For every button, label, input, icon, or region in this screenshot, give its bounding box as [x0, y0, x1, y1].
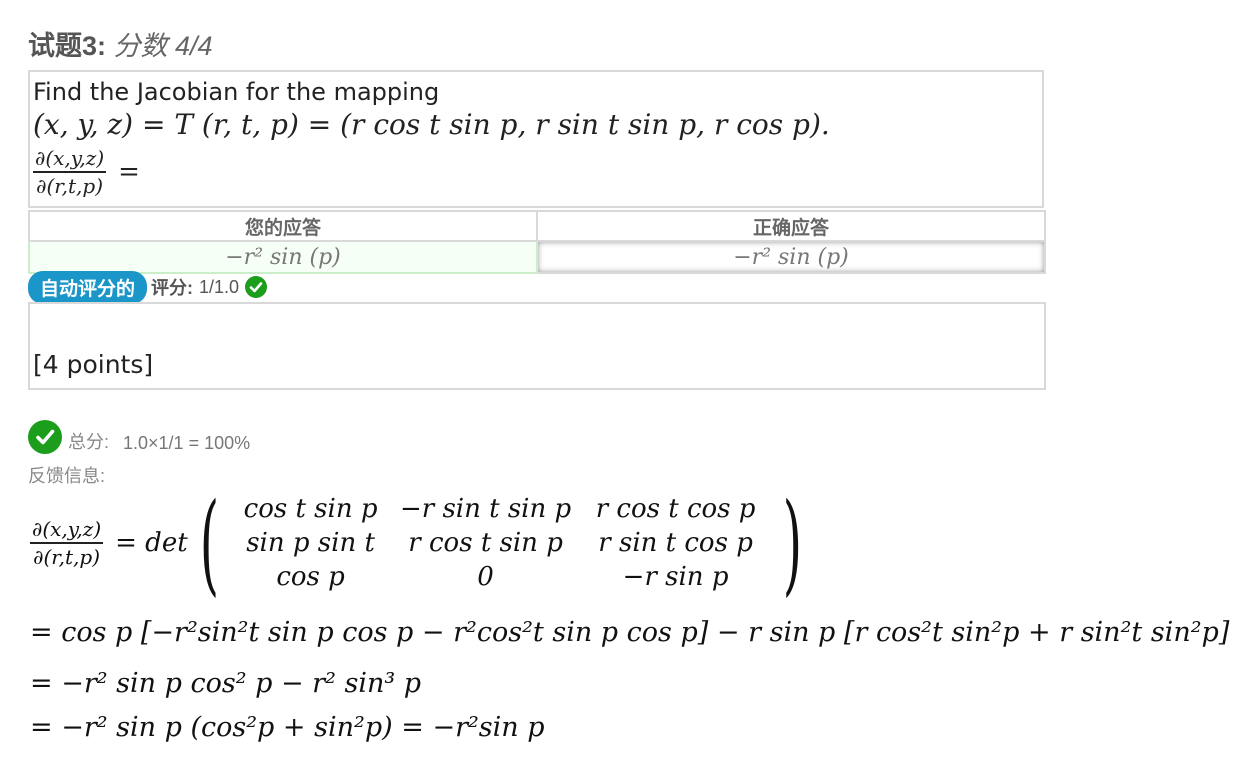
total-score-row: 总分: 1.0×1/1 = 100%: [28, 420, 250, 454]
total-label: 总分:: [68, 432, 110, 452]
jacobian-denominator: ∂(r,t,p): [36, 174, 103, 198]
answer-table: 您的应答 正确应答 −r² sin (p) −r² sin (p): [28, 210, 1046, 274]
check-icon: [245, 276, 268, 298]
feedback-result-line: = −r² sin p (cos²p + sin²p) = −r²sin p: [30, 712, 545, 743]
question-title: 试题3: 分数 4/4: [28, 24, 213, 63]
points-label: [4 points]: [33, 350, 154, 379]
equals-sign: =: [118, 157, 140, 187]
feedback-jacobian-denominator: ∂(r,t,p): [33, 545, 100, 569]
feedback-jacobian-numerator: ∂(x,y,z): [30, 517, 104, 544]
score-value: 1/1.0: [199, 276, 240, 297]
correct-answer-cell: −r² sin (p): [536, 240, 1046, 274]
jacobian-expression: ∂(x,y,z) ∂(r,t,p) =: [33, 146, 140, 198]
feedback-determinant: ∂(x,y,z) ∂(r,t,p) = det ( cos t sin p −r…: [30, 488, 814, 598]
matrix-right-paren: ): [782, 479, 802, 607]
question-number: 试题3:: [28, 31, 107, 61]
question-prompt: Find the Jacobian for the mapping: [33, 78, 440, 106]
feedback-jacobian-fraction: ∂(x,y,z) ∂(r,t,p): [30, 517, 104, 569]
matrix-cell: cos t sin p: [243, 494, 378, 524]
matrix-cell: 0: [477, 562, 494, 592]
matrix-cell: −r sin t sin p: [399, 494, 572, 524]
jacobian-fraction: ∂(x,y,z) ∂(r,t,p): [33, 146, 107, 198]
feedback-label: 反馈信息:: [28, 466, 106, 486]
matrix-cell: r sin t cos p: [598, 528, 753, 558]
grading-row: 自动评分的 评分: 1/1.0: [28, 270, 268, 304]
auto-graded-badge: 自动评分的: [28, 270, 148, 304]
points-box: [4 points]: [28, 302, 1046, 390]
total-check-icon: [28, 420, 62, 454]
matrix-cell: −r sin p: [622, 562, 729, 592]
matrix-cell: r cos t sin p: [408, 528, 563, 558]
matrix-left-paren: (: [199, 479, 219, 607]
total-value: 1.0×1/1 = 100%: [123, 433, 251, 453]
question-stem: Find the Jacobian for the mapping (x, y,…: [28, 70, 1044, 208]
matrix-cell: cos p: [276, 562, 345, 592]
mapping-equation: (x, y, z) = T (r, t, p) = (r cos t sin p…: [33, 108, 830, 141]
jacobian-numerator: ∂(x,y,z): [33, 146, 107, 173]
correct-answer-header: 正确应答: [536, 210, 1046, 242]
det-prefix: = det: [115, 528, 188, 558]
your-answer-cell: −r² sin (p): [28, 240, 538, 274]
matrix-cell: r cos t cos p: [595, 494, 756, 524]
feedback-expansion-line: = cos p [−r²sin²t sin p cos p − r²cos²t …: [30, 617, 1230, 648]
question-score: 分数 4/4: [113, 31, 213, 61]
score-label: 评分:: [151, 278, 194, 298]
feedback-simplify-line: = −r² sin p cos² p − r² sin³ p: [30, 668, 422, 699]
jacobian-matrix: cos t sin p −r sin t sin p r cos t cos p…: [231, 494, 771, 592]
matrix-cell: sin p sin t: [246, 528, 375, 558]
your-answer-header: 您的应答: [28, 210, 538, 242]
